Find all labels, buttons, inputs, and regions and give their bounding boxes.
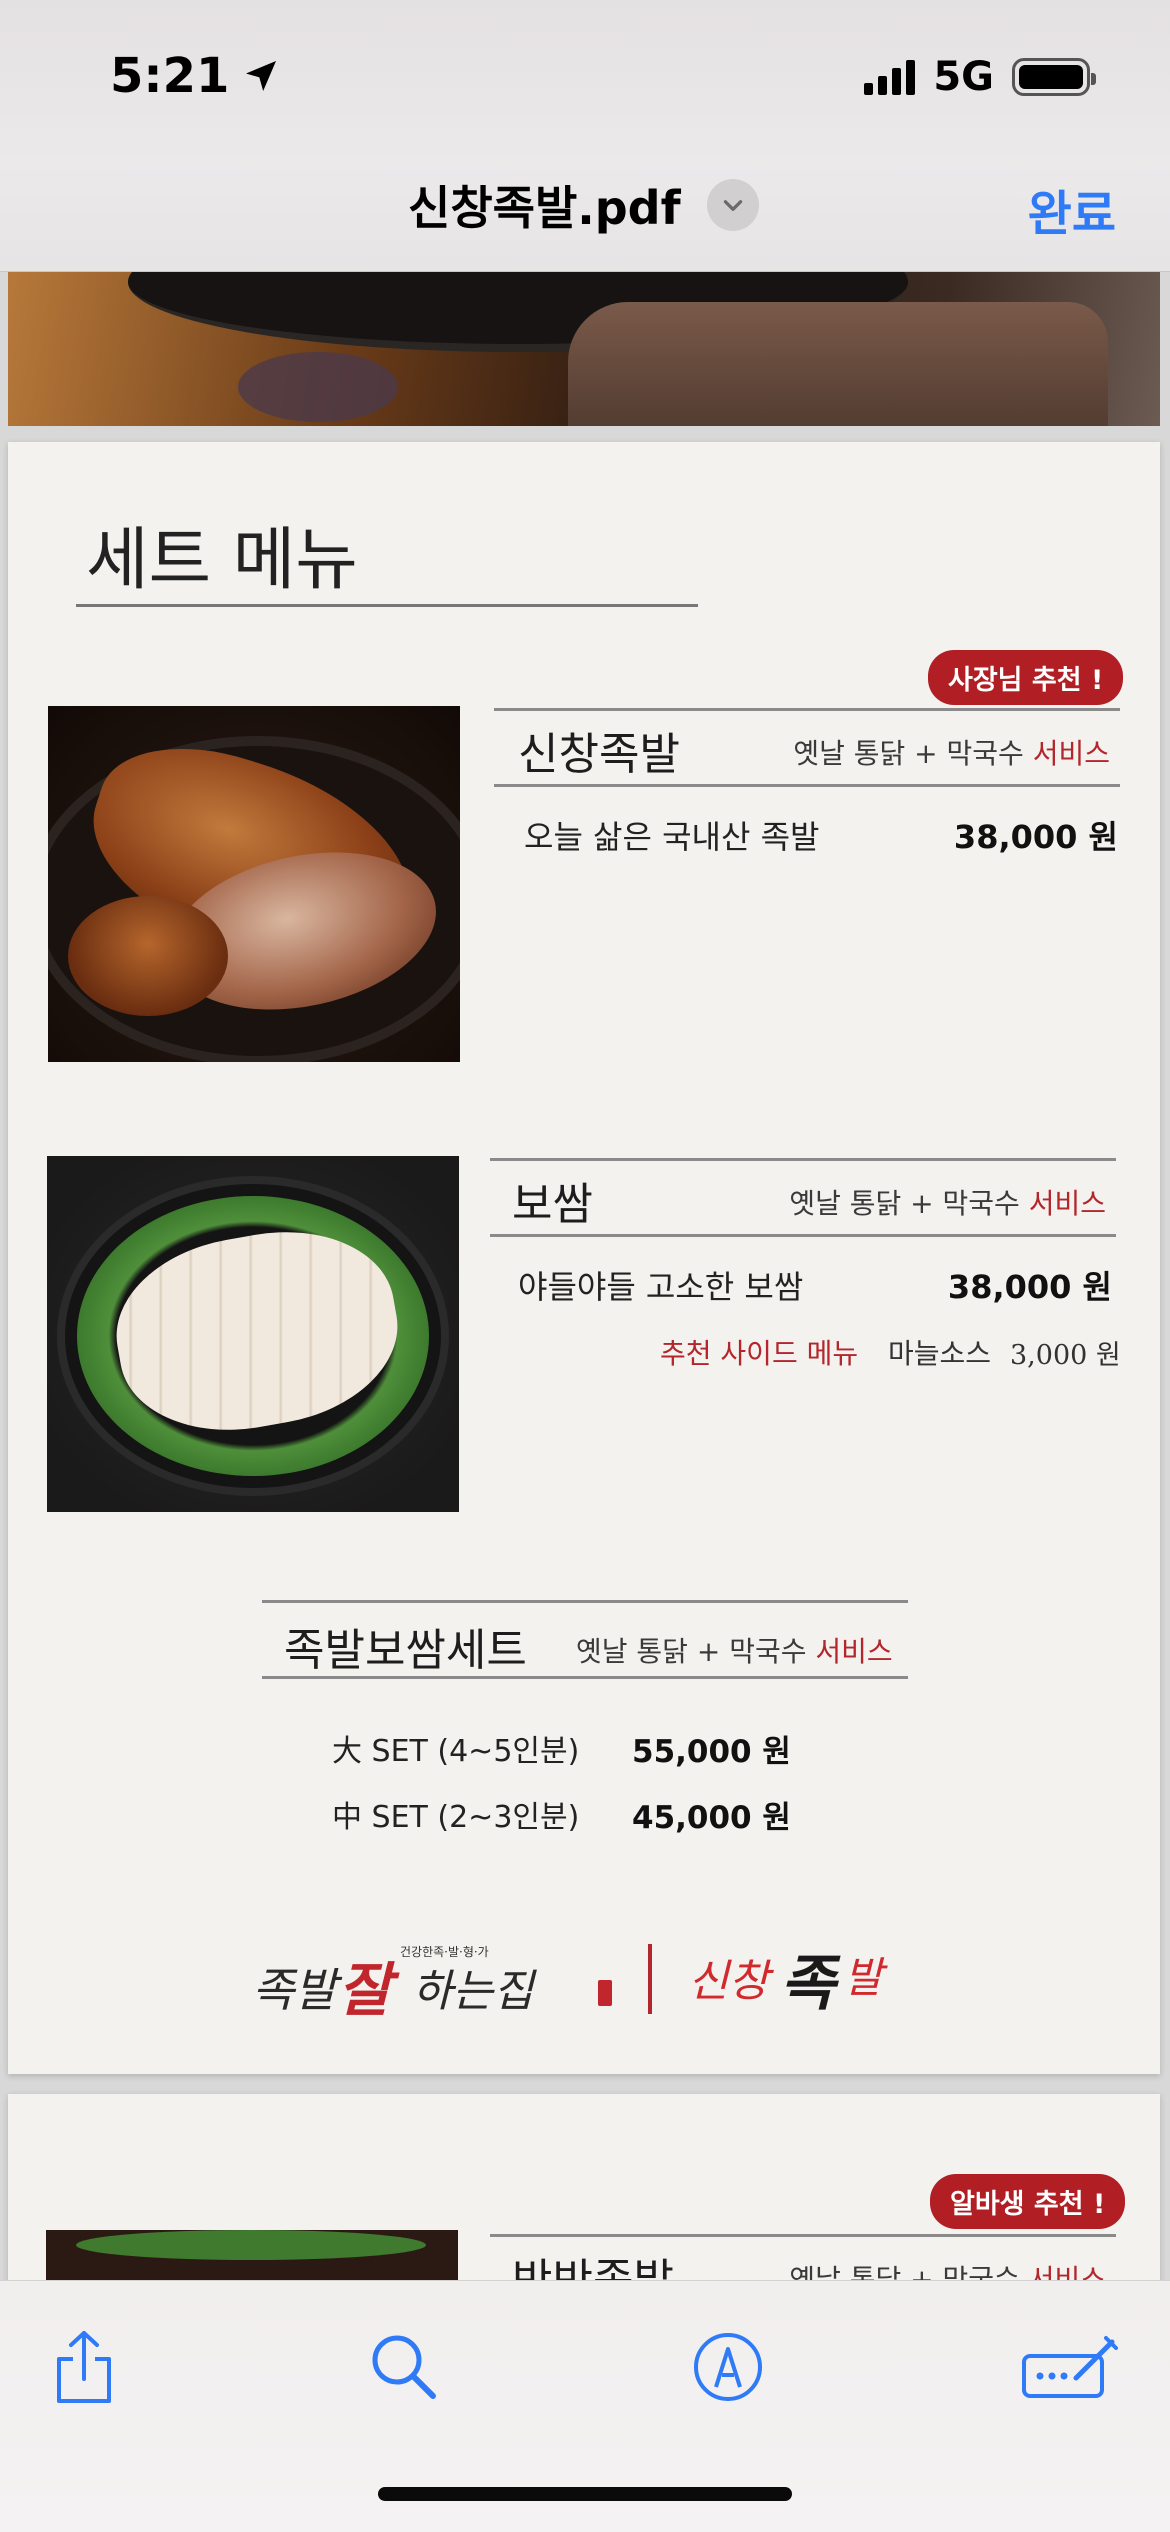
pdf-page: 알바생 추천 ! 반반족발 옛날 통닭 + 막국수 서비스 xyxy=(8,2094,1160,2280)
bossam-photo xyxy=(47,1156,459,1512)
section-divider xyxy=(76,604,698,607)
brand-logo: 신창 족 발 xyxy=(688,1949,888,2019)
set-divider xyxy=(262,1676,908,1679)
menu-name: 반반족발 xyxy=(512,2244,674,2280)
service-label: 서비스 xyxy=(1028,2263,1106,2280)
menu-divider xyxy=(490,2234,1116,2237)
search-icon xyxy=(372,2335,436,2399)
menu-divider xyxy=(494,708,1120,711)
svg-text:신창: 신창 xyxy=(688,1956,774,2007)
logo-divider xyxy=(648,1944,652,2014)
svg-text:족: 족 xyxy=(780,1949,841,2019)
home-indicator[interactable] xyxy=(378,2487,792,2501)
battery-icon xyxy=(1012,58,1096,96)
side-menu-label: 추천 사이드 메뉴 xyxy=(660,1337,859,1370)
status-indicators: 5G xyxy=(864,54,1096,100)
menu-price: 38,000 원 xyxy=(953,818,1118,856)
side-menu-price: 3,000 원 xyxy=(1010,1340,1121,1371)
svg-text:하는집: 하는집 xyxy=(412,1966,537,2017)
set-option-label: 大 SET (4~5인분) xyxy=(332,1734,580,1769)
jokbal-photo xyxy=(48,706,460,1062)
service-label: 서비스 xyxy=(1028,1187,1106,1220)
menu-extra: 옛날 통닭 + 막국수 서비스 xyxy=(789,1187,1106,1220)
cellular-signal-icon xyxy=(864,59,916,95)
service-label: 서비스 xyxy=(1032,737,1110,770)
form-fill-button[interactable] xyxy=(1010,2327,1130,2407)
markup-icon xyxy=(694,2333,762,2401)
food-photo-strip xyxy=(8,272,1160,426)
section-title: 세트 메뉴 xyxy=(86,521,358,600)
menu-description: 오늘 삶은 국내산 족발 xyxy=(524,818,820,856)
svg-text:족발: 족발 xyxy=(252,1963,342,2017)
pdf-page: 세트 메뉴 사장님 추천 ! 신창족발 옛날 통닭 + 막국수 서비스 오늘 삶… xyxy=(8,442,1160,2074)
markup-button[interactable] xyxy=(688,2327,768,2407)
form-fill-icon xyxy=(1022,2336,1118,2398)
search-button[interactable] xyxy=(364,2327,444,2407)
set-name: 족발보쌈세트 xyxy=(284,1625,527,1676)
staff-recommend-badge: 알바생 추천 ! xyxy=(930,2174,1126,2229)
location-arrow-icon xyxy=(246,61,277,91)
service-label: 서비스 xyxy=(815,1635,893,1668)
svg-text:건강한족·발·형·가: 건강한족·발·형·가 xyxy=(400,1945,489,1959)
share-icon xyxy=(57,2331,111,2403)
done-button[interactable]: 완료 xyxy=(1028,174,1116,244)
owner-recommend-badge: 사장님 추천 ! xyxy=(928,650,1124,705)
menu-name: 신창족발 xyxy=(518,729,680,780)
banban-jokbal-photo xyxy=(46,2230,458,2280)
document-title: 신창족발.pdf xyxy=(408,181,681,235)
menu-divider xyxy=(490,1158,1116,1161)
side-menu-item: 마늘소스 xyxy=(888,1337,992,1370)
set-extra: 옛날 통닭 + 막국수 서비스 xyxy=(576,1635,893,1668)
set-divider xyxy=(262,1600,908,1603)
share-button[interactable] xyxy=(44,2327,124,2407)
svg-text:잘: 잘 xyxy=(338,1956,400,2020)
chevron-down-icon[interactable] xyxy=(706,179,759,231)
status-time: 5:21 xyxy=(110,48,281,104)
menu-price: 38,000 원 xyxy=(947,1268,1112,1306)
status-time-text: 5:21 xyxy=(110,48,230,104)
menu-extra: 옛날 통닭 + 막국수 서비스 xyxy=(789,2258,1106,2280)
set-option-price: 45,000 원 xyxy=(632,1800,791,1836)
set-option-price: 55,000 원 xyxy=(632,1734,791,1770)
menu-description: 야들야들 고소한 보쌈 xyxy=(518,1268,804,1306)
svg-text:발: 발 xyxy=(844,1953,888,2002)
document-title-menu[interactable]: 신창족발.pdf xyxy=(408,172,759,238)
menu-divider xyxy=(490,1234,1116,1237)
menu-divider xyxy=(494,784,1120,787)
set-option-label: 中 SET (2~3인분) xyxy=(332,1800,580,1835)
top-bar: 5:21 5G 신창족발.pdf 완료 xyxy=(0,0,1170,272)
menu-extra: 옛날 통닭 + 막국수 서비스 xyxy=(793,737,1110,770)
pdf-document[interactable]: 세트 메뉴 사장님 추천 ! 신창족발 옛날 통닭 + 막국수 서비스 오늘 삶… xyxy=(0,272,1170,2280)
network-type: 5G xyxy=(933,54,994,100)
menu-name: 보쌈 xyxy=(512,1179,593,1230)
restaurant-logo: 건강한족·발·형·가 족발 잘 하는집 xyxy=(252,1945,612,2020)
